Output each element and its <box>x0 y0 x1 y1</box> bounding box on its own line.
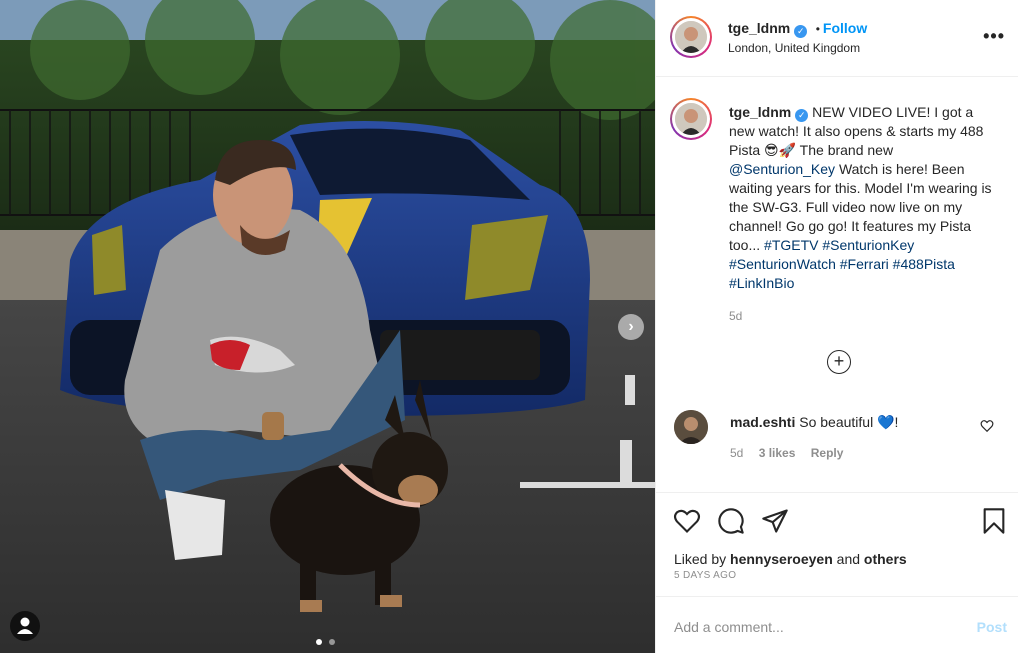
post-caption: tge_ldnm ✓ NEW VIDEO LIVE! I got a new wa… <box>729 103 999 326</box>
hashtag[interactable]: #488Pista <box>893 256 955 272</box>
hashtag[interactable]: #SenturionWatch <box>729 256 836 272</box>
caption-avatar[interactable] <box>670 98 712 140</box>
commenter-avatar[interactable] <box>674 410 708 444</box>
author-username[interactable]: tge_ldnm <box>728 20 790 36</box>
next-slide-icon[interactable]: › <box>618 314 644 340</box>
post-panel: tge_ldnm ✓ • Follow London, United Kingdom… <box>655 0 1018 653</box>
comment-bubble-icon[interactable] <box>717 507 745 540</box>
caption-username[interactable]: tge_ldnm <box>729 104 791 120</box>
follow-button[interactable]: Follow <box>823 20 867 36</box>
caption-timestamp[interactable]: 5d <box>729 307 999 326</box>
add-comment-input[interactable]: Add a comment... <box>674 619 784 635</box>
liked-by-user[interactable]: hennyseroeyen <box>730 551 833 567</box>
tagged-users-icon[interactable] <box>10 611 40 641</box>
comment-likes[interactable]: 3 likes <box>759 446 796 460</box>
hashtag[interactable]: #LinkInBio <box>729 275 794 291</box>
liked-by: Liked by hennyseroeyen and others <box>674 551 907 567</box>
caption-mention[interactable]: @Senturion_Key <box>729 161 835 177</box>
comment-timestamp[interactable]: 5d <box>730 446 743 460</box>
commenter-username[interactable]: mad.eshti <box>730 414 795 430</box>
comment-meta: 5d 3 likes Reply <box>730 446 843 460</box>
author-avatar[interactable] <box>670 16 712 58</box>
hashtag[interactable]: #Ferrari <box>840 256 889 272</box>
comment-like-heart-icon[interactable] <box>980 419 994 438</box>
carousel-dots <box>316 632 336 650</box>
hashtag[interactable]: #SenturionKey <box>822 237 914 253</box>
post-header: tge_ldnm ✓ • Follow London, United Kingdom… <box>656 0 1018 77</box>
add-comment-bar: Add a comment... Post <box>656 596 1018 654</box>
carousel-dot-active <box>316 639 322 645</box>
post-comment-button[interactable]: Post <box>977 619 1007 635</box>
header-userline: tge_ldnm ✓ • Follow <box>728 20 867 38</box>
verified-badge-icon: ✓ <box>794 25 808 38</box>
header-separator: • <box>815 22 820 36</box>
post-image[interactable]: › <box>0 0 655 653</box>
liked-by-prefix: Liked by <box>674 551 727 567</box>
comment-reply-button[interactable]: Reply <box>811 446 844 460</box>
comment-text: So beautiful 💙! <box>799 414 899 430</box>
comment-body: mad.eshti So beautiful 💙! <box>730 413 980 431</box>
verified-badge-icon: ✓ <box>795 109 809 122</box>
more-options-icon[interactable]: ••• <box>983 26 1005 47</box>
post-photo <box>0 0 655 653</box>
load-more-comments-icon[interactable]: + <box>827 350 851 374</box>
share-paper-plane-icon[interactable] <box>761 507 789 540</box>
like-heart-icon[interactable] <box>673 507 701 540</box>
hashtag[interactable]: #TGETV <box>764 237 818 253</box>
post-date[interactable]: 5 DAYS AGO <box>674 570 736 581</box>
liked-by-others[interactable]: others <box>864 551 907 567</box>
carousel-dot <box>329 639 336 645</box>
post-location[interactable]: London, United Kingdom <box>728 41 860 55</box>
liked-by-and: and <box>836 551 861 567</box>
save-bookmark-icon[interactable] <box>981 507 1007 540</box>
